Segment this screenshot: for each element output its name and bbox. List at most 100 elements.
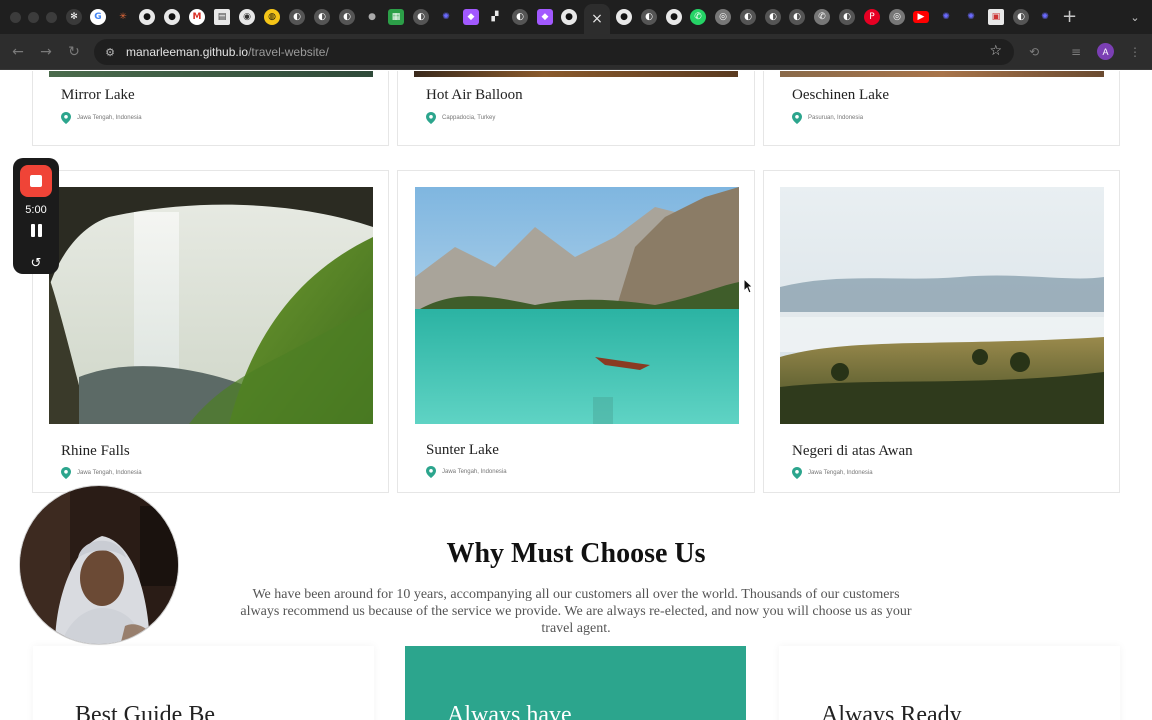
feature-title: Always Ready xyxy=(821,702,962,720)
card-location: Jawa Tengah, Indonesia xyxy=(61,112,142,124)
tab-favicon-globe-icon[interactable]: ◐ xyxy=(413,9,429,25)
card-title: Mirror Lake xyxy=(61,87,135,103)
location-pin-icon xyxy=(61,467,71,479)
tab-favicon-framer-icon[interactable]: ▞ xyxy=(487,9,503,25)
tab-favicon-react-icon[interactable]: ✺ xyxy=(438,9,454,25)
card-location: Cappadocia, Turkey xyxy=(426,112,495,124)
destination-card[interactable]: Sunter Lake Jawa Tengah, Indonesia xyxy=(397,170,755,493)
address-bar[interactable]: ⚙ manarleeman.github.io/travel-website/ … xyxy=(94,39,1014,65)
tab-favicon-figma-icon[interactable]: ◆ xyxy=(463,9,479,25)
location-pin-icon xyxy=(426,466,436,478)
bookmark-star-icon[interactable]: ☆ xyxy=(989,43,1002,59)
url-host: manarleeman.github.io xyxy=(126,45,249,59)
card-location-text: Jawa Tengah, Indonesia xyxy=(77,115,142,121)
stop-recording-button[interactable] xyxy=(20,165,52,197)
page-viewport: Mirror Lake Jawa Tengah, Indonesia Hot A… xyxy=(0,71,1152,720)
card-location: Jawa Tengah, Indonesia xyxy=(61,467,142,479)
site-info-icon[interactable]: ⚙ xyxy=(102,44,118,60)
destination-card[interactable]: Rhine Falls Jawa Tengah, Indonesia xyxy=(32,170,389,493)
mirror-lake-photo xyxy=(49,71,373,77)
tab-favicon-globe-icon[interactable]: ◐ xyxy=(839,9,855,25)
tab-favicon-extension-icon[interactable]: ◍ xyxy=(264,9,280,25)
destination-card[interactable]: Mirror Lake Jawa Tengah, Indonesia xyxy=(32,71,389,146)
new-tab-button[interactable]: + xyxy=(1062,6,1077,27)
reload-icon[interactable]: ↻ xyxy=(64,42,84,62)
close-window-icon[interactable] xyxy=(10,12,21,23)
tab-favicon-docs-icon[interactable]: ▤ xyxy=(214,9,230,25)
feature-card[interactable]: Best Guide Be xyxy=(33,646,374,720)
destination-card[interactable]: Hot Air Balloon Cappadocia, Turkey xyxy=(397,71,755,146)
tab-favicon-extension-icon[interactable]: ◎ xyxy=(889,9,905,25)
tab-favicon-whatsapp-icon[interactable]: ✆ xyxy=(690,9,706,25)
destination-card[interactable]: Negeri di atas Awan Jawa Tengah, Indones… xyxy=(763,170,1120,493)
browser-menu-icon[interactable]: ⋮ xyxy=(1126,43,1144,61)
recording-timer: 5:00 xyxy=(25,204,47,216)
card-location-text: Jawa Tengah, Indonesia xyxy=(442,469,507,475)
webcam-bubble[interactable] xyxy=(19,485,179,645)
forward-arrow-icon[interactable]: → xyxy=(36,42,56,62)
location-pin-icon xyxy=(792,467,802,479)
card-title: Rhine Falls xyxy=(61,443,130,459)
tab-favicon-globe-icon[interactable]: ◐ xyxy=(641,9,657,25)
tab-favicon-globe-icon[interactable]: ◐ xyxy=(765,9,781,25)
tab-favicon-globe-icon[interactable]: ◐ xyxy=(789,9,805,25)
tab-favicon-github-icon[interactable]: ● xyxy=(616,9,632,25)
tab-favicon-google-icon[interactable]: G xyxy=(90,9,106,25)
feature-card-highlighted[interactable]: Always have xyxy=(405,646,746,720)
tab-favicon-apple-icon[interactable]: ● xyxy=(364,9,380,25)
feature-title: Always have xyxy=(447,702,572,720)
card-location: Jawa Tengah, Indonesia xyxy=(426,466,507,478)
screen-recorder-panel: 5:00 ↺ xyxy=(13,158,59,274)
profile-avatar[interactable]: A xyxy=(1097,43,1114,60)
tab-favicon-gmail-icon[interactable]: M xyxy=(189,9,205,25)
pause-icon-bar xyxy=(37,224,42,237)
card-title: Sunter Lake xyxy=(426,442,499,458)
tab-favicon-github-icon[interactable]: ● xyxy=(139,9,155,25)
reading-list-icon[interactable]: ≡ xyxy=(1067,43,1085,61)
tab-favicon-image-icon[interactable]: ▣ xyxy=(988,9,1004,25)
minimize-window-icon[interactable] xyxy=(28,12,39,23)
tab-favicon-globe-icon[interactable]: ◐ xyxy=(1013,9,1029,25)
tab-favicon-globe-icon[interactable]: ◐ xyxy=(314,9,330,25)
tab-favicon-chat-icon[interactable]: ◉ xyxy=(239,9,255,25)
tab-favicon-youtube-icon[interactable]: ▶ xyxy=(913,11,929,23)
card-location: Pasuruan, Indonesia xyxy=(792,112,863,124)
location-pin-icon xyxy=(426,112,436,124)
card-location-text: Pasuruan, Indonesia xyxy=(808,115,864,121)
tab-favicon-react-icon[interactable]: ✺ xyxy=(938,9,954,25)
destination-card[interactable]: Oeschinen Lake Pasuruan, Indonesia xyxy=(763,71,1120,146)
tab-favicon-github-icon[interactable]: ● xyxy=(666,9,682,25)
pause-icon-bar xyxy=(30,224,35,237)
browser-toolbar: ← → ↻ ⚙ manarleeman.github.io/travel-web… xyxy=(0,34,1152,70)
back-arrow-icon[interactable]: ← xyxy=(8,42,28,62)
tab-favicon-github-icon[interactable]: ● xyxy=(561,9,577,25)
tab-favicon-extension-icon[interactable]: ◎ xyxy=(715,9,731,25)
stop-icon xyxy=(30,175,42,187)
tab-favicon-react-icon[interactable]: ✺ xyxy=(1037,9,1053,25)
card-title: Negeri di atas Awan xyxy=(792,443,913,459)
url-text[interactable]: manarleeman.github.io/travel-website/ xyxy=(126,45,329,59)
pause-recording-button[interactable] xyxy=(13,224,59,237)
maximize-window-icon[interactable] xyxy=(46,12,57,23)
feature-card[interactable]: Always Ready xyxy=(779,646,1120,720)
tab-favicon-claude-icon[interactable]: ✳ xyxy=(115,9,131,25)
waterfall-photo xyxy=(49,187,373,424)
location-pin-icon xyxy=(61,112,71,124)
tab-favicon-sheets-icon[interactable]: ▦ xyxy=(388,9,404,25)
tab-favicon-pinterest-icon[interactable]: P xyxy=(864,9,880,25)
tab-favicon-whatsapp-icon[interactable]: ✆ xyxy=(814,9,830,25)
tab-favicon-figma-icon[interactable]: ◆ xyxy=(537,9,553,25)
tab-favicon-github-icon[interactable]: ● xyxy=(164,9,180,25)
restart-recording-icon[interactable]: ↺ xyxy=(13,256,59,271)
card-location-text: Jawa Tengah, Indonesia xyxy=(808,470,873,476)
tab-favicon-globe-icon[interactable]: ◐ xyxy=(740,9,756,25)
tab-search-chevron-icon[interactable]: ⌄ xyxy=(1126,9,1144,25)
history-icon[interactable]: ⟲ xyxy=(1025,43,1043,61)
active-tab-close-button[interactable]: × xyxy=(584,4,610,34)
browser-tab-bar: ✻ G ✳ ● ● M ▤ ◉ ◍ ◐ ◐ ◐ ● ▦ ◐ ✺ ◆ ▞ ◐ ◆ … xyxy=(0,0,1152,34)
tab-favicon-openai-icon[interactable]: ✻ xyxy=(66,9,82,25)
tab-favicon-react-icon[interactable]: ✺ xyxy=(963,9,979,25)
tab-favicon-globe-icon[interactable]: ◐ xyxy=(289,9,305,25)
tab-favicon-globe-icon[interactable]: ◐ xyxy=(339,9,355,25)
tab-favicon-globe-icon[interactable]: ◐ xyxy=(512,9,528,25)
